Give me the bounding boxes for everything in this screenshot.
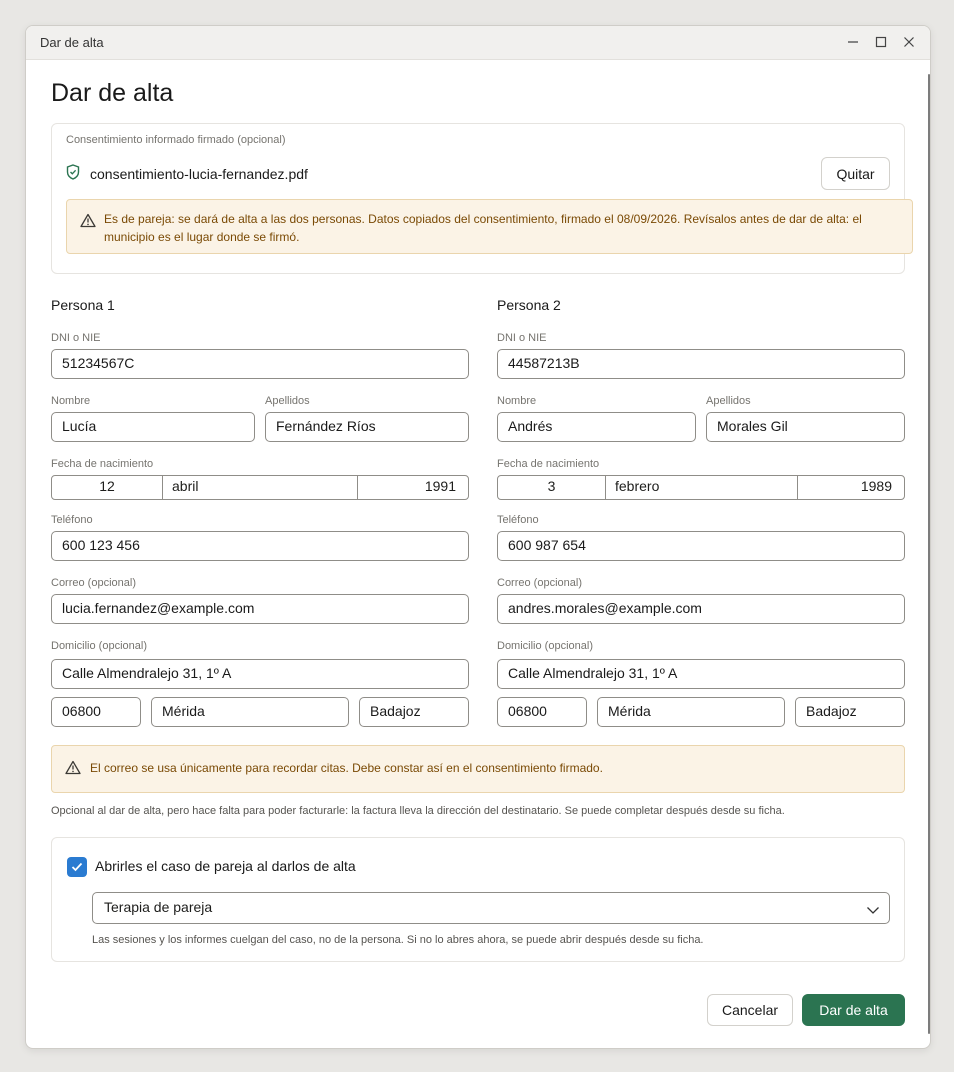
- open-case-checkbox[interactable]: [67, 857, 87, 877]
- shield-check-icon: [66, 164, 80, 183]
- person-2-email-label: Correo (opcional): [497, 577, 582, 589]
- person-2-birthdate: 3 febrero 1989: [497, 475, 905, 500]
- checkmark-icon: [71, 862, 83, 872]
- person-1-dni-input[interactable]: 51234567C: [51, 349, 469, 379]
- case-type-value: Terapia de pareja: [104, 899, 213, 915]
- person-1-address-label: Domicilio (opcional): [51, 640, 147, 652]
- minimize-icon[interactable]: [844, 33, 862, 51]
- person-2-birthdate-label: Fecha de nacimiento: [497, 458, 600, 470]
- person-2-birth-year[interactable]: 1989: [798, 476, 904, 499]
- person-1-nombre-input[interactable]: Lucía: [51, 412, 255, 442]
- person-1-phone-label: Teléfono: [51, 514, 93, 526]
- email-warning-text: El correo se usa únicamente para recorda…: [90, 761, 603, 775]
- person-1-birth-day[interactable]: 12: [52, 476, 163, 499]
- person-1-dni-label: DNI o NIE: [51, 332, 101, 344]
- person-1-nombre-label: Nombre: [51, 395, 91, 407]
- couple-warning: Es de pareja: se dará de alta a las dos …: [66, 199, 913, 254]
- person-2-nombre-input[interactable]: Andrés: [497, 412, 696, 442]
- person-2-dni-input[interactable]: 44587213B: [497, 349, 905, 379]
- person-1-birth-year[interactable]: 1991: [358, 476, 468, 499]
- person-2-nombre-label: Nombre: [497, 395, 537, 407]
- person-1-apellidos-label: Apellidos: [265, 395, 310, 407]
- person-1-province-input[interactable]: Badajoz: [359, 697, 469, 727]
- person-1-email-input[interactable]: lucia.fernandez@example.com: [51, 594, 469, 624]
- dialog-window: Dar de alta Dar de alta Consentimiento i…: [25, 25, 931, 1049]
- page-title: Dar de alta: [51, 79, 174, 107]
- title-bar: Dar de alta: [26, 26, 930, 60]
- person-2-street-input[interactable]: Calle Almendralejo 31, 1º A: [497, 659, 905, 689]
- person-1-email-label: Correo (opcional): [51, 577, 136, 589]
- open-case-label[interactable]: Abrirles el caso de pareja al darlos de …: [95, 858, 356, 874]
- person-2-dni-label: DNI o NIE: [497, 332, 547, 344]
- couple-warning-text: Es de pareja: se dará de alta a las dos …: [104, 212, 862, 244]
- person-1-birth-month[interactable]: abril: [163, 476, 358, 499]
- maximize-icon[interactable]: [872, 33, 890, 51]
- person-1-city-input[interactable]: Mérida: [151, 697, 349, 727]
- person-1-street-input[interactable]: Calle Almendralejo 31, 1º A: [51, 659, 469, 689]
- person-2-postcode-input[interactable]: 06800: [497, 697, 587, 727]
- person-1-postcode-input[interactable]: 06800: [51, 697, 141, 727]
- case-section: Abrirles el caso de pareja al darlos de …: [51, 837, 905, 962]
- remove-consent-button[interactable]: Quitar: [821, 157, 890, 190]
- person-2-city-input[interactable]: Mérida: [597, 697, 785, 727]
- consent-file-name[interactable]: consentimiento-lucia-fernandez.pdf: [90, 166, 308, 182]
- warning-icon: [80, 213, 96, 233]
- window-title: Dar de alta: [40, 35, 104, 50]
- person-1-phone-input[interactable]: 600 123 456: [51, 531, 469, 561]
- cancel-button[interactable]: Cancelar: [707, 994, 793, 1026]
- consent-section: Consentimiento informado firmado (opcion…: [51, 123, 913, 274]
- person-2-phone-input[interactable]: 600 987 654: [497, 531, 905, 561]
- person-2-birth-day[interactable]: 3: [498, 476, 606, 499]
- case-note: Las sesiones y los informes cuelgan del …: [92, 934, 704, 946]
- person-2-title: Persona 2: [497, 297, 561, 313]
- consent-label: Consentimiento informado firmado (opcion…: [66, 134, 286, 146]
- person-1-apellidos-input[interactable]: Fernández Ríos: [265, 412, 469, 442]
- person-2-birth-month[interactable]: febrero: [606, 476, 798, 499]
- close-icon[interactable]: [900, 33, 918, 51]
- person-2-apellidos-input[interactable]: Morales Gil: [706, 412, 905, 442]
- person-2-apellidos-label: Apellidos: [706, 395, 751, 407]
- warning-icon: [65, 760, 81, 780]
- email-warning: El correo se usa únicamente para recorda…: [51, 745, 905, 793]
- person-2-address-label: Domicilio (opcional): [497, 640, 593, 652]
- consent-file: consentimiento-lucia-fernandez.pdf: [66, 164, 308, 183]
- chevron-down-icon: [866, 902, 880, 918]
- address-note: Opcional al dar de alta, pero hace falta…: [51, 805, 785, 817]
- case-type-select[interactable]: Terapia de pareja: [92, 892, 890, 924]
- person-2-province-input[interactable]: Badajoz: [795, 697, 905, 727]
- person-1-title: Persona 1: [51, 297, 115, 313]
- scrollbar[interactable]: [928, 74, 930, 1034]
- person-1-birthdate-label: Fecha de nacimiento: [51, 458, 154, 470]
- submit-button[interactable]: Dar de alta: [802, 994, 905, 1026]
- person-2-phone-label: Teléfono: [497, 514, 539, 526]
- person-2-email-input[interactable]: andres.morales@example.com: [497, 594, 905, 624]
- person-1-birthdate: 12 abril 1991: [51, 475, 469, 500]
